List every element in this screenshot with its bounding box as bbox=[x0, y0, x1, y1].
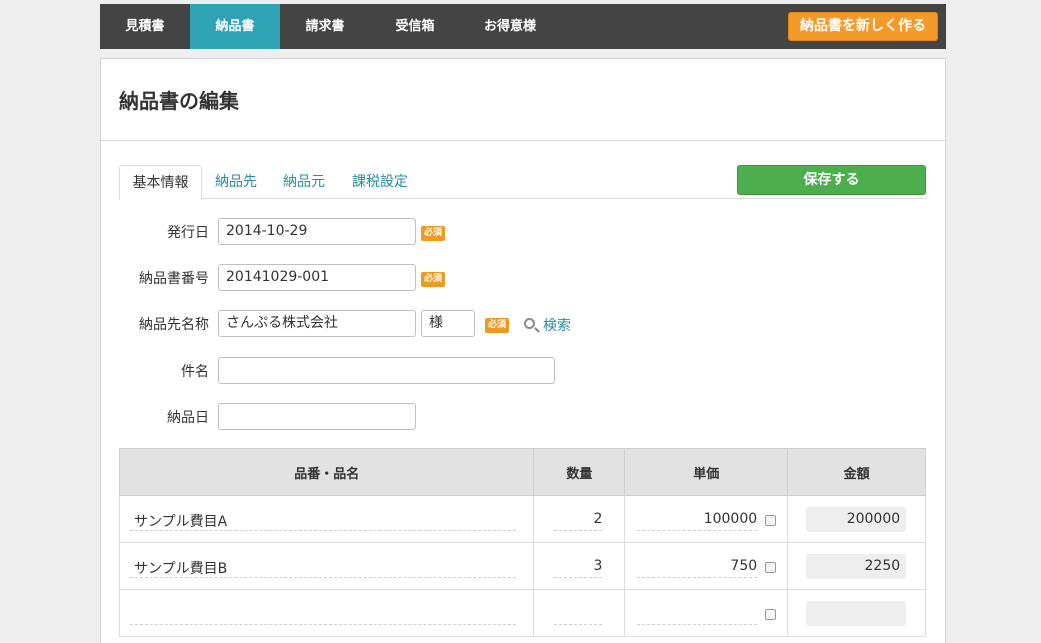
recipient-name-label: 納品先名称 bbox=[139, 317, 209, 333]
header-amount: 金額 bbox=[787, 448, 926, 496]
delivery-date-label: 納品日 bbox=[167, 410, 209, 426]
tab-basic-info[interactable]: 基本情報 bbox=[119, 165, 202, 200]
input-underline bbox=[637, 530, 758, 531]
unit-price[interactable]: 750 bbox=[730, 558, 757, 574]
amount-cell: 200000 bbox=[787, 495, 926, 543]
amount-value: 2250 bbox=[806, 554, 907, 579]
delivery-number-input[interactable]: 20141029-001 bbox=[218, 264, 416, 291]
item-name[interactable]: サンプル費目A bbox=[134, 511, 227, 531]
table-row: サンプル費目A 2 100000 200000 bbox=[118, 495, 926, 543]
item-name-cell[interactable]: サンプル費目B bbox=[118, 542, 535, 590]
unit-price[interactable]: 100000 bbox=[704, 511, 757, 527]
nav-tab-estimates[interactable]: 見積書 bbox=[100, 4, 190, 49]
input-underline bbox=[130, 530, 516, 531]
amount-value bbox=[806, 601, 907, 626]
table-row: サンプル費目B 3 750 2250 bbox=[118, 542, 926, 590]
required-badge: 必須 bbox=[421, 272, 446, 287]
table-header-row: 品番・品名 数量 単価 金額 bbox=[118, 448, 926, 496]
search-icon[interactable] bbox=[524, 318, 535, 329]
divider bbox=[101, 140, 945, 141]
required-badge: 必須 bbox=[421, 226, 446, 241]
required-badge: 必須 bbox=[485, 318, 510, 333]
amount-cell: 2250 bbox=[787, 542, 926, 590]
input-underline bbox=[130, 577, 516, 578]
delivery-number-label: 納品書番号 bbox=[139, 271, 209, 287]
tab-delivery-to[interactable]: 納品先 bbox=[215, 165, 257, 199]
nav-tab-delivery-notes[interactable]: 納品書 bbox=[190, 4, 280, 49]
honorific-input[interactable]: 様 bbox=[421, 310, 475, 337]
issue-date-input[interactable]: 2014-10-29 bbox=[218, 218, 416, 245]
quantity[interactable]: 2 bbox=[593, 511, 602, 527]
tab-delivery-from[interactable]: 納品元 bbox=[283, 165, 325, 199]
quantity-cell[interactable]: 2 bbox=[533, 495, 626, 543]
create-delivery-note-button[interactable]: 納品書を新しく作る bbox=[788, 12, 938, 41]
unit-price-cell[interactable] bbox=[624, 589, 789, 637]
nav-tab-inbox[interactable]: 受信箱 bbox=[370, 4, 460, 49]
amount-value: 200000 bbox=[806, 507, 907, 532]
items-table: 品番・品名 数量 単価 金額 サンプル費目A 2 100000 200000 サ… bbox=[118, 448, 926, 637]
header-item-name: 品番・品名 bbox=[118, 448, 535, 496]
input-underline bbox=[637, 624, 758, 625]
input-underline bbox=[554, 624, 603, 625]
input-underline bbox=[130, 624, 516, 625]
tab-tax-settings[interactable]: 課税設定 bbox=[352, 165, 408, 199]
item-name-cell[interactable] bbox=[118, 589, 535, 637]
tax-checkbox[interactable] bbox=[765, 562, 777, 573]
table-row bbox=[118, 589, 926, 637]
unit-price-cell[interactable]: 750 bbox=[624, 542, 789, 590]
quantity-cell[interactable] bbox=[533, 589, 626, 637]
nav-tab-customers[interactable]: お得意様 bbox=[460, 4, 560, 49]
input-underline bbox=[554, 577, 603, 578]
item-name-cell[interactable]: サンプル費目A bbox=[118, 495, 535, 543]
header-unit-price: 単価 bbox=[624, 448, 789, 496]
tax-checkbox[interactable] bbox=[765, 515, 777, 526]
amount-cell bbox=[787, 589, 926, 637]
recipient-name-input[interactable]: さんぷる株式会社 bbox=[218, 310, 416, 337]
header-quantity: 数量 bbox=[533, 448, 626, 496]
subject-input[interactable] bbox=[218, 357, 555, 384]
nav-tab-invoices[interactable]: 請求書 bbox=[280, 4, 370, 49]
delivery-date-input[interactable] bbox=[218, 403, 416, 430]
item-name[interactable]: サンプル費目B bbox=[134, 558, 227, 578]
subject-label: 件名 bbox=[181, 364, 209, 380]
input-underline bbox=[637, 577, 758, 578]
top-nav: 見積書 納品書 請求書 受信箱 お得意様 納品書を新しく作る bbox=[100, 4, 946, 49]
unit-price-cell[interactable]: 100000 bbox=[624, 495, 789, 543]
search-link[interactable]: 検索 bbox=[543, 315, 571, 335]
issue-date-label: 発行日 bbox=[167, 225, 209, 241]
tax-checkbox[interactable] bbox=[765, 609, 777, 620]
edit-panel: 納品書の編集 基本情報 納品先 納品元 課税設定 保存する 発行日 2014-1… bbox=[100, 58, 946, 643]
page-title: 納品書の編集 bbox=[119, 89, 239, 113]
quantity[interactable]: 3 bbox=[593, 558, 602, 574]
input-underline bbox=[554, 530, 603, 531]
save-button[interactable]: 保存する bbox=[737, 165, 926, 195]
quantity-cell[interactable]: 3 bbox=[533, 542, 626, 590]
